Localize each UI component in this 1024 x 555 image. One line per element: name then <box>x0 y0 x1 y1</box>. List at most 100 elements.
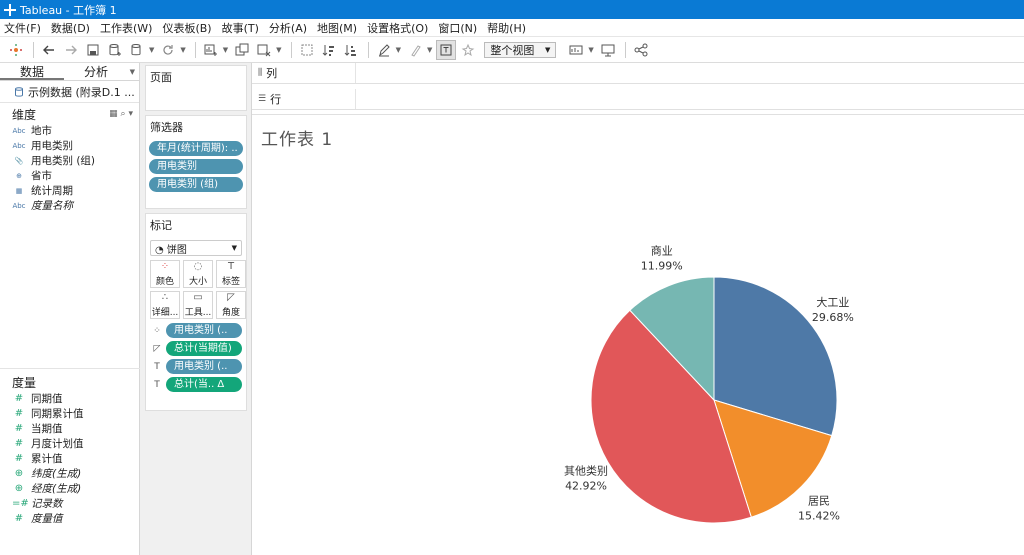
string-type-icon: Abc <box>12 126 26 135</box>
menu-file[interactable]: 文件(F) <box>4 20 41 36</box>
cards-pane: 页面 筛选器 年月(统计周期): .. 用电类别 用电类别 (组) 标记 ◔ 饼… <box>140 63 252 555</box>
string-type-icon: Abc <box>12 201 26 210</box>
chevron-down-icon[interactable]: ▼ <box>128 63 139 80</box>
toolbar: ▼ ▼ ▼ ▼ ▼ ▼ 整个视图 ▼ ▼ <box>0 37 1024 63</box>
pause-update-icon[interactable] <box>127 40 147 60</box>
filter-pill[interactable]: 用电类别 (组) <box>149 177 243 192</box>
tooltip-icon: ▭ <box>193 292 203 303</box>
highlight-icon[interactable] <box>374 40 394 60</box>
columns-shelf[interactable]: ⫼ 列 <box>252 63 1024 84</box>
measure-field[interactable]: =# 记录数 <box>0 496 140 511</box>
measure-field[interactable]: # 月度计划值 <box>0 436 140 451</box>
mark-type-select[interactable]: ◔ 饼图 ▼ <box>150 240 242 256</box>
pie-chart[interactable]: 大工业 29.68% 居民 15.42% 其他类别 42.92% 商业 11.99% <box>252 115 1024 555</box>
undo-icon[interactable] <box>39 40 59 60</box>
dimension-field[interactable]: Abc 用电类别 <box>0 138 139 153</box>
color-button[interactable]: ⁘ 颜色 <box>150 260 180 288</box>
presentation-mode-icon[interactable] <box>598 40 618 60</box>
mark-field-label[interactable]: T 总计(当.. Δ <box>150 377 242 392</box>
measure-field[interactable]: # 同期值 <box>0 391 140 406</box>
clear-sheet-icon[interactable] <box>254 40 274 60</box>
menu-format[interactable]: 设置格式(O) <box>367 20 428 36</box>
menu-data[interactable]: 数据(D) <box>51 20 90 36</box>
slice-value-label: 15.42% <box>798 509 840 522</box>
fit-view-select[interactable]: 整个视图 ▼ <box>484 41 557 58</box>
duplicate-sheet-icon[interactable] <box>232 40 252 60</box>
angle-button[interactable]: ◸ 角度 <box>216 291 246 319</box>
measure-field[interactable]: ⊕ 纬度(生成) <box>0 466 140 481</box>
filters-card[interactable]: 筛选器 年月(统计周期): .. 用电类别 用电类别 (组) <box>145 115 247 209</box>
menu-dashboard[interactable]: 仪表板(B) <box>162 20 211 36</box>
detail-button[interactable]: ∴ 详细... <box>150 291 180 319</box>
menu-worksheet[interactable]: 工作表(W) <box>100 20 152 36</box>
tooltip-button[interactable]: ▭ 工具... <box>183 291 213 319</box>
measure-field[interactable]: # 当期值 <box>0 421 140 436</box>
pie-chart-icon: ◔ <box>155 244 164 256</box>
menu-window[interactable]: 窗口(N) <box>438 20 477 36</box>
number-type-icon: # <box>14 408 24 419</box>
mark-field-pill[interactable]: 总计(当.. Δ <box>166 377 242 392</box>
size-button[interactable]: ◌ 大小 <box>183 260 213 288</box>
rows-shelf[interactable]: ☰ 行 <box>252 89 1024 110</box>
chevron-down-icon[interactable]: ▼ <box>588 46 593 54</box>
menu-help[interactable]: 帮助(H) <box>487 20 526 36</box>
chevron-down-icon[interactable]: ▼ <box>396 46 401 54</box>
refresh-icon[interactable] <box>158 40 178 60</box>
filter-pill[interactable]: 用电类别 <box>149 159 243 174</box>
group-members-icon[interactable] <box>405 40 425 60</box>
menu-story[interactable]: 故事(T) <box>222 20 259 36</box>
mark-field-pill[interactable]: 用电类别 (.. <box>166 323 242 338</box>
menu-map[interactable]: 地图(M) <box>317 20 357 36</box>
menu-analysis[interactable]: 分析(A) <box>269 20 307 36</box>
measure-field[interactable]: # 累计值 <box>0 451 140 466</box>
number-type-icon: # <box>14 513 24 524</box>
chevron-down-icon[interactable]: ▾ <box>128 109 133 119</box>
mark-field-pill[interactable]: 总计(当期值) <box>166 341 242 356</box>
sort-descending-icon[interactable] <box>341 40 361 60</box>
search-icon[interactable]: ⌕ <box>121 109 126 119</box>
slice-value-label: 29.68% <box>812 311 854 324</box>
chevron-down-icon[interactable]: ▼ <box>276 46 281 54</box>
chevron-down-icon: ▼ <box>544 45 551 54</box>
label-button[interactable]: T 标签 <box>216 260 246 288</box>
dimension-field[interactable]: ⊕ 省市 <box>0 168 139 183</box>
dimension-field[interactable]: Abc 地市 <box>0 123 139 138</box>
dimension-field[interactable]: ▦ 统计周期 <box>0 183 139 198</box>
share-icon[interactable] <box>631 40 651 60</box>
tab-data[interactable]: 数据 <box>0 63 64 80</box>
worksheet-canvas[interactable]: 工作表 1 大工业 29.68% 居民 15.42% 其他类别 42.92% 商业 11.99… <box>252 114 1024 555</box>
new-worksheet-icon[interactable] <box>201 40 221 60</box>
redo-icon[interactable] <box>61 40 81 60</box>
mark-field-label[interactable]: T 用电类别 (.. <box>150 359 242 374</box>
new-datasource-icon[interactable] <box>105 40 125 60</box>
window-title: Tableau - 工作簿 1 <box>20 3 117 17</box>
angle-icon: ◸ <box>153 343 161 354</box>
fix-axes-icon[interactable] <box>458 40 478 60</box>
filter-pill[interactable]: 年月(统计周期): .. <box>149 141 243 156</box>
mark-field-color[interactable]: ⁘ 用电类别 (.. <box>150 323 242 338</box>
filters-title: 筛选器 <box>150 121 183 134</box>
show-mark-labels-icon[interactable] <box>436 39 457 60</box>
chevron-down-icon[interactable]: ▼ <box>149 46 154 54</box>
view-list-icon[interactable]: ▦ <box>109 109 118 119</box>
save-icon[interactable] <box>83 40 103 60</box>
swap-icon[interactable] <box>297 40 317 60</box>
mark-field-angle[interactable]: ◸ 总计(当期值) <box>150 341 242 356</box>
sort-ascending-icon[interactable] <box>319 40 339 60</box>
pages-card[interactable]: 页面 <box>145 65 247 111</box>
tab-analysis[interactable]: 分析 <box>64 63 128 80</box>
measure-field[interactable]: # 同期累计值 <box>0 406 140 421</box>
show-cards-icon[interactable] <box>566 40 586 60</box>
measure-field[interactable]: # 度量值 <box>0 511 140 526</box>
globe-icon: ⊕ <box>16 171 22 180</box>
dimension-field[interactable]: Abc 度量名称 <box>0 198 139 213</box>
mark-field-pill[interactable]: 用电类别 (.. <box>166 359 242 374</box>
chevron-down-icon[interactable]: ▼ <box>180 46 185 54</box>
string-type-icon: Abc <box>12 141 26 150</box>
dimension-field[interactable]: 📎 用电类别 (组) <box>0 153 139 168</box>
chevron-down-icon[interactable]: ▼ <box>427 46 432 54</box>
tableau-home-icon[interactable] <box>6 40 26 60</box>
measure-field[interactable]: ⊕ 经度(生成) <box>0 481 140 496</box>
datasource-item[interactable]: 示例数据 (附录D.1 ... <box>0 81 139 103</box>
chevron-down-icon[interactable]: ▼ <box>223 46 228 54</box>
